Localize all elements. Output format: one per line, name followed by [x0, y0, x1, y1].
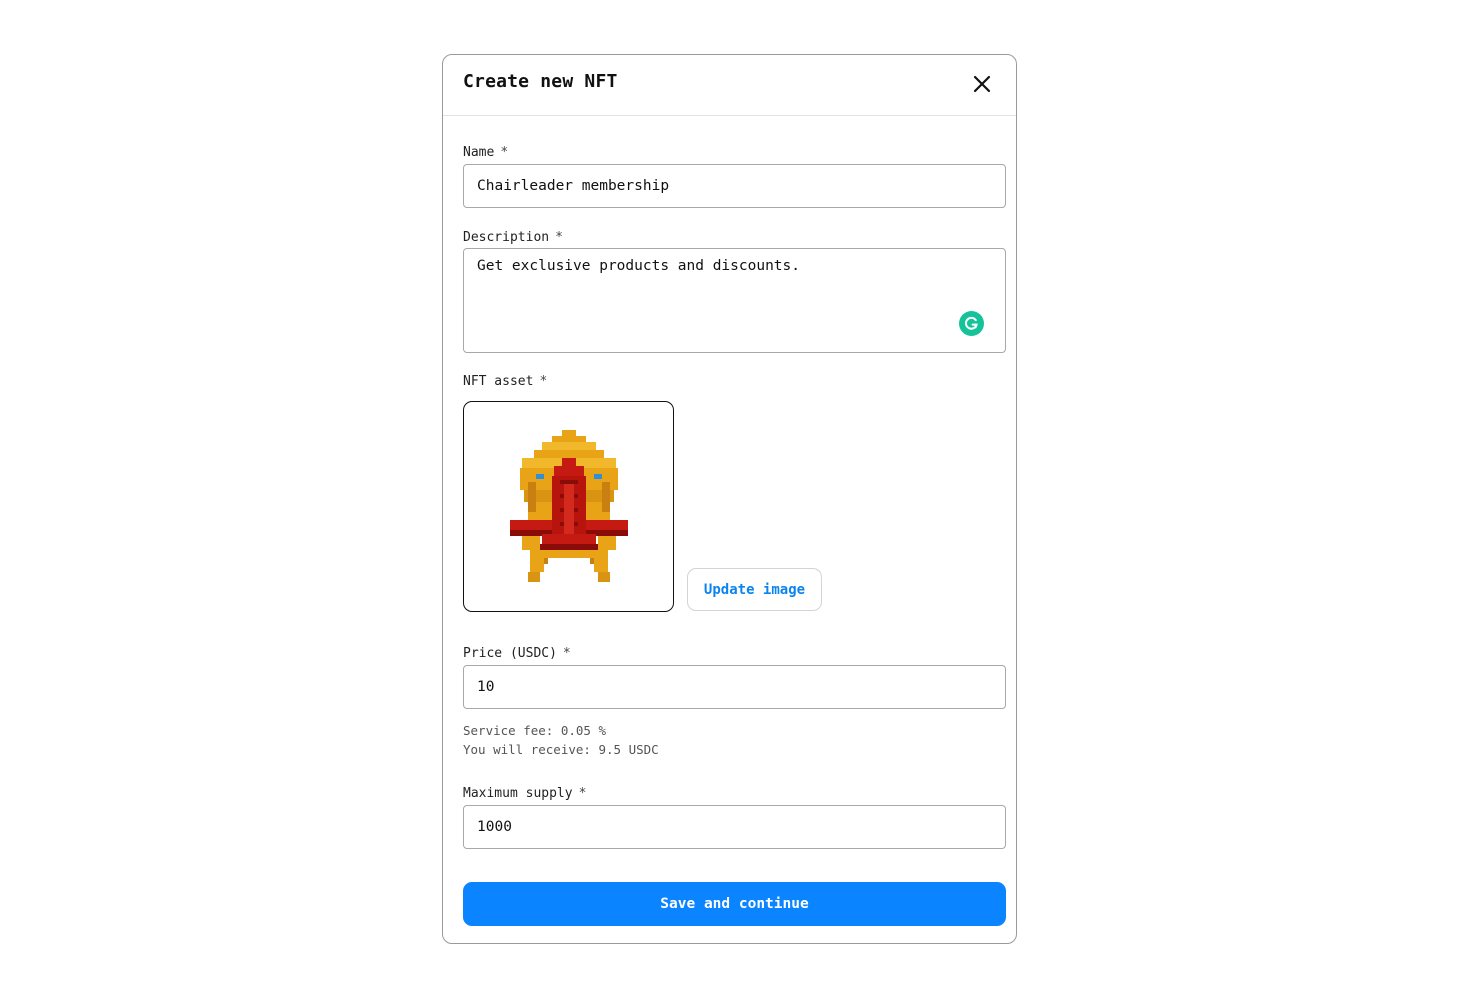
required-marker: * — [555, 230, 563, 245]
name-input[interactable] — [463, 164, 1006, 208]
description-label-text: Description — [463, 230, 550, 245]
required-marker: * — [562, 646, 571, 661]
supply-label-text: Maximum supply — [463, 786, 573, 801]
throne-image — [510, 430, 628, 582]
price-input[interactable] — [463, 665, 1006, 709]
close-icon — [973, 75, 991, 93]
update-image-button[interactable]: Update image — [687, 568, 822, 611]
modal-title: Create new NFT — [463, 71, 618, 92]
required-marker: * — [539, 374, 548, 389]
supply-label: Maximum supply * — [463, 786, 586, 801]
grammarly-icon — [965, 316, 978, 330]
asset-label: NFT asset * — [463, 374, 547, 389]
supply-input[interactable] — [463, 805, 1006, 849]
description-input[interactable]: Get exclusive products and discounts. — [463, 248, 1006, 353]
asset-label-text: NFT asset — [463, 374, 534, 389]
name-label: Name * — [463, 145, 508, 160]
save-and-continue-button[interactable]: Save and continue — [463, 882, 1006, 926]
description-label: Description * — [463, 230, 563, 245]
price-label-text: Price (USDC) — [463, 646, 557, 661]
receive-amount-text: You will receive: 9.5 USDC — [463, 742, 659, 757]
price-label: Price (USDC) * — [463, 646, 571, 661]
service-fee-text: Service fee: 0.05 % — [463, 723, 606, 738]
create-nft-modal: Create new NFT Name * Description * Get ex… — [442, 54, 1017, 944]
close-button[interactable] — [970, 72, 994, 96]
modal-header: Create new NFT — [443, 55, 1016, 116]
nft-asset-preview[interactable] — [463, 401, 674, 612]
required-marker: * — [500, 145, 509, 160]
name-label-text: Name — [463, 145, 495, 160]
required-marker: * — [578, 786, 587, 801]
grammarly-button[interactable] — [959, 311, 984, 336]
